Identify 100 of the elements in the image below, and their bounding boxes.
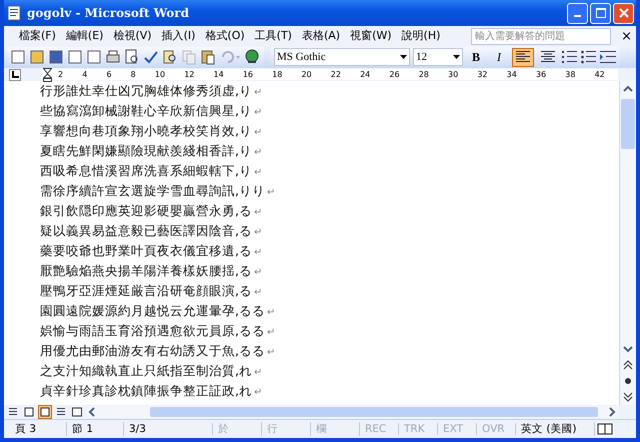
ruler-number: 32 — [476, 70, 488, 79]
window-title: gogolv - Microsoft Word — [27, 6, 189, 20]
horizontal-scroll-thumb[interactable] — [150, 407, 598, 417]
ruler-number: 18 — [271, 70, 284, 79]
ruler-number: 20 — [300, 70, 313, 79]
menu-item[interactable]: 視窗(W) — [345, 29, 397, 43]
paragraph-mark: ↵ — [254, 267, 262, 278]
status-field: OVR — [479, 423, 516, 435]
print-view-icon — [40, 407, 50, 417]
ruler-number: 6 — [105, 70, 113, 79]
status-field: REC — [362, 423, 399, 435]
ruler-number: 28 — [418, 70, 430, 79]
document-text-line: 西吸希息惜溪習席洗喜系細蝦轄下,り — [40, 163, 252, 178]
indent-icon[interactable] — [600, 50, 616, 64]
paragraph-mark: ↵ — [254, 147, 262, 158]
help-search-field[interactable]: 輸入需要解答的問題 — [471, 28, 612, 44]
scroll-thumb[interactable] — [621, 99, 635, 149]
ruler-number: 30 — [447, 70, 460, 79]
status-field: EXT — [440, 423, 477, 435]
menu-item[interactable]: 檢視(V) — [108, 29, 157, 43]
paragraph-mark: ↵ — [254, 207, 262, 218]
menu-item[interactable]: 編輯(E) — [60, 29, 108, 43]
book-icon — [597, 423, 613, 435]
close-icon — [618, 8, 628, 18]
document-text-line: 之支汁知織執直止只紙指至制治質,れ — [40, 363, 252, 378]
bullet-list-icon[interactable] — [581, 50, 597, 64]
paste-icon[interactable] — [200, 49, 216, 65]
dropdown-arrow-icon — [400, 55, 407, 59]
ruler-number: 22 — [330, 70, 342, 79]
menu-item[interactable]: 插入(I) — [156, 29, 200, 43]
next-page-icon[interactable] — [621, 390, 635, 404]
status-field: 行 — [264, 422, 311, 436]
document-text-line: 壓鴨牙亞涯煙延厳言沿研奄顔眼演,る — [40, 283, 252, 298]
status-field: 欄 — [313, 422, 360, 436]
paragraph-mark: ↵ — [254, 387, 262, 398]
ruler-number: 4 — [81, 70, 88, 79]
paragraph-mark: ↵ — [254, 167, 262, 178]
web-view-icon — [24, 407, 34, 417]
italic-button[interactable]: I — [489, 48, 509, 66]
document-text-line: 銀引飲隠印應英迎影硬嬰贏營永勇,る — [40, 203, 252, 218]
spelling-check-icon[interactable] — [143, 49, 159, 65]
ruler-number: 24 — [359, 70, 372, 79]
align-left-button[interactable] — [512, 48, 534, 66]
globe-link-icon[interactable] — [244, 49, 260, 65]
outline-view-icon — [56, 407, 66, 417]
print-icon[interactable] — [105, 49, 121, 65]
align-left-icon — [516, 51, 530, 63]
new-document-icon[interactable] — [10, 49, 26, 65]
numbered-list-icon[interactable] — [562, 50, 578, 64]
indent-marker-icon[interactable] — [43, 68, 52, 82]
align-center-icon — [541, 51, 555, 63]
ruler-number: 2 — [57, 70, 64, 79]
bold-button[interactable]: B — [466, 48, 486, 66]
status-field: 於 — [215, 422, 262, 436]
paragraph-mark: ↵ — [254, 107, 262, 118]
close-button[interactable] — [613, 2, 634, 24]
menu-item[interactable]: 說明(H) — [396, 29, 446, 43]
view-web-button[interactable] — [22, 405, 36, 419]
paragraph-mark: ↵ — [254, 227, 262, 238]
ruler-number: 42 — [594, 70, 606, 79]
vertical-scrollbar[interactable] — [619, 81, 636, 405]
ruler-number: 34 — [506, 70, 518, 79]
document-text-line: 疑以義異易益意毅已藝医譯因陰音,る — [40, 223, 252, 238]
menu-item[interactable]: 表格(A) — [296, 29, 346, 43]
paragraph-mark: ↵ — [266, 347, 276, 358]
left-tab-icon — [11, 70, 19, 78]
research-icon[interactable] — [162, 49, 178, 65]
view-print-button[interactable] — [38, 405, 52, 419]
font-size-dropdown[interactable]: 12 — [413, 48, 463, 66]
ruler-number: 10 — [154, 70, 166, 79]
ruler-number: 12 — [183, 70, 196, 79]
view-reading-button[interactable] — [70, 405, 84, 419]
paragraph-mark: ↵ — [266, 187, 276, 198]
menu-item[interactable]: 格式(O) — [200, 29, 250, 43]
document-text-line: 行形誰灶幸仕凶冗胸雄体修秀須虚,り — [40, 83, 252, 98]
menu-item[interactable]: 檔案(F) — [14, 29, 61, 43]
document-text-line: 藥要咬爺也野業叶頁夜衣儀宜移遺,る — [40, 243, 252, 258]
paragraph-mark: ↵ — [266, 307, 276, 318]
status-field: TRK — [401, 423, 438, 435]
paragraph-mark: ↵ — [254, 287, 262, 298]
menu-item[interactable]: 工具(T) — [250, 29, 297, 43]
dropdown-arrow-icon — [453, 55, 460, 59]
maximize-button[interactable] — [590, 2, 611, 24]
paragraph-mark: ↵ — [254, 87, 262, 98]
ruler-number: 16 — [242, 70, 254, 79]
font-dropdown[interactable]: MS Gothic — [274, 48, 410, 66]
ruler-number: 38 — [564, 70, 576, 79]
minimize-icon — [574, 15, 581, 17]
ruler-number: 8 — [130, 70, 137, 79]
close-document-button[interactable]: × — [617, 28, 636, 44]
print-preview-icon[interactable] — [124, 49, 140, 65]
previous-page-icon[interactable] — [621, 358, 635, 372]
reading-view-icon — [72, 407, 82, 417]
horizontal-scrollbar[interactable] — [86, 406, 618, 418]
status-field: 節 1 — [69, 422, 124, 436]
tab-selector-button[interactable] — [9, 68, 21, 80]
ruler-number: 26 — [388, 70, 401, 79]
minimize-button[interactable] — [567, 2, 588, 24]
document-text-line: 夏瞎先鮮閑嫌顯險現献羨綫相香詳,り — [40, 143, 252, 158]
paragraph-mark: ↵ — [254, 247, 262, 258]
